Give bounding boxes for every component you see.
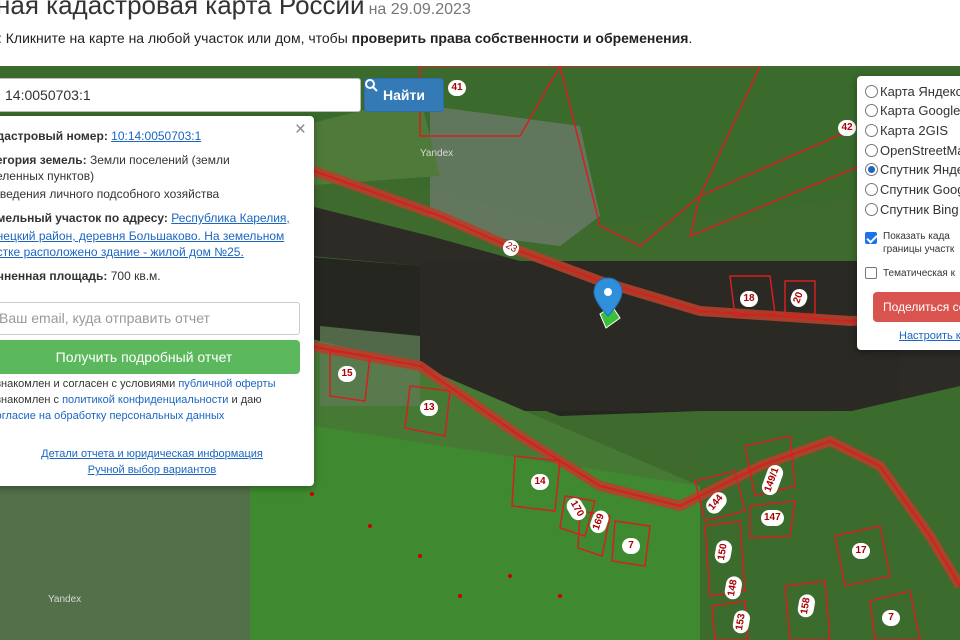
hint-bold: проверить права собственности и обремене… bbox=[351, 30, 689, 46]
checkbox-icon[interactable] bbox=[865, 232, 877, 244]
show-borders-label-2: границы участк bbox=[883, 244, 955, 255]
parcel-info-popup: × адастровый номер: 10:14:0050703:1 тего… bbox=[0, 116, 314, 486]
layer-option-label: Карта Яндекс bbox=[880, 83, 960, 99]
purpose-text: я ведения личного подсобного хозяйства bbox=[0, 187, 220, 201]
address-row: емельный участок по адресу: Республика К… bbox=[0, 210, 290, 226]
parcel-label: 18 bbox=[740, 291, 758, 307]
consent-text-3: и даю bbox=[228, 394, 262, 406]
radio-icon[interactable] bbox=[865, 84, 878, 98]
search-icon bbox=[365, 79, 378, 92]
layer-option-label: OpenStreetMap bbox=[880, 142, 960, 158]
parcel-label: 14 bbox=[531, 474, 549, 490]
show-borders-toggle[interactable]: Показать када границы участк bbox=[865, 230, 954, 255]
radio-icon[interactable] bbox=[865, 104, 878, 118]
offer-link[interactable]: публичной оферты bbox=[178, 378, 275, 390]
search-input[interactable]: 14:0050703:1 bbox=[0, 78, 361, 112]
consent-link[interactable]: согласие на обработку персональных данны… bbox=[0, 410, 224, 422]
consent-line-3: согласие на обработку персональных данны… bbox=[0, 408, 290, 424]
email-field[interactable]: Ваш email, куда отправить отчет bbox=[0, 302, 300, 335]
area-value: 700 кв.м. bbox=[107, 269, 161, 283]
parcel-label: 7 bbox=[622, 538, 640, 554]
category-row: тегория земель: Земли поселений (земли bbox=[0, 152, 290, 168]
configure-link[interactable]: Настроить к bbox=[899, 330, 960, 342]
layer-option-label: Карта 2GIS bbox=[880, 122, 949, 138]
radio-icon[interactable] bbox=[865, 183, 878, 196]
show-borders-label: Показать када границы участк bbox=[883, 230, 954, 256]
layer-option[interactable]: Спутник Яндекс bbox=[865, 161, 960, 179]
area-label: очненная площадь: bbox=[0, 269, 108, 283]
hint-text: : Кликните на карте на любой участок или… bbox=[0, 30, 692, 46]
search-button[interactable]: Найти bbox=[364, 78, 444, 112]
title-text: ная кадастровая карта России bbox=[0, 0, 365, 20]
parcel-label: 147 bbox=[761, 510, 784, 526]
show-borders-label-1: Показать када bbox=[883, 231, 950, 242]
area-row: очненная площадь: 700 кв.м. bbox=[0, 268, 290, 284]
parcel-label: 41 bbox=[448, 80, 466, 96]
parcel-label: 13 bbox=[420, 400, 438, 416]
layer-option[interactable]: Карта Google bbox=[865, 102, 960, 120]
hint-prefix: : Кликните на карте на любой участок или… bbox=[0, 30, 352, 46]
layer-option[interactable]: OpenStreetMap bbox=[865, 141, 960, 159]
radio-icon[interactable] bbox=[865, 123, 878, 137]
manual-link-row: Ручной выбор вариантов bbox=[0, 462, 314, 478]
share-button[interactable]: Поделиться со bbox=[873, 292, 960, 322]
consent-line-1: ознакомлен и согласен с условиями публич… bbox=[0, 376, 290, 392]
category-value-1: Земли поселений (земли bbox=[86, 153, 230, 167]
layer-option[interactable]: Спутник Google bbox=[865, 181, 960, 199]
cadastral-map[interactable]: Yandex Yandex 23 41 42 18 20 15 13 14 170 169 7 14… bbox=[0, 66, 960, 640]
layer-option-label: Спутник Bing bbox=[880, 201, 959, 217]
address-link-2[interactable]: онецкий район, деревня Большаково. На зе… bbox=[0, 229, 284, 243]
consent-line-2: ознакомлен с политикой конфиденциальност… bbox=[0, 392, 290, 408]
search-button-label: Найти bbox=[383, 87, 425, 103]
thematic-toggle[interactable]: Тематическая к bbox=[865, 264, 955, 282]
page-title: ная кадастровая карта России на 29.09.202… bbox=[0, 0, 471, 21]
map-watermark-2: Yandex bbox=[48, 594, 82, 605]
layer-option[interactable]: Карта Яндекс bbox=[865, 82, 960, 100]
get-report-button[interactable]: Получить подробный отчет bbox=[0, 340, 300, 374]
cad-label: адастровый номер: bbox=[0, 129, 108, 143]
cad-link[interactable]: 10:14:0050703:1 bbox=[111, 129, 201, 143]
address-line-2: онецкий район, деревня Большаково. На зе… bbox=[0, 228, 290, 244]
parcel-label: 17 bbox=[852, 543, 870, 559]
address-label: емельный участок по адресу: bbox=[0, 211, 168, 225]
thematic-label: Тематическая к bbox=[883, 267, 955, 279]
layer-option-label: Карта Google bbox=[880, 103, 960, 119]
parcel-label: 7 bbox=[882, 610, 900, 626]
radio-icon[interactable] bbox=[865, 163, 878, 177]
layer-option[interactable]: Спутник Bing bbox=[865, 200, 959, 218]
address-link-3[interactable]: астке расположено здание - жилой дом №25… bbox=[0, 245, 244, 259]
cad-row: адастровый номер: 10:14:0050703:1 bbox=[0, 128, 290, 144]
radio-icon[interactable] bbox=[865, 202, 878, 216]
checkbox-icon[interactable] bbox=[865, 267, 877, 279]
consent-text-2: ознакомлен с bbox=[0, 394, 60, 406]
address-link-1[interactable]: Республика Карелия, bbox=[171, 211, 290, 225]
close-icon[interactable]: × bbox=[295, 120, 306, 140]
map-watermark: Yandex bbox=[420, 148, 454, 159]
category-label: тегория земель: bbox=[0, 153, 87, 167]
category-value-2: селенных пунктов) bbox=[0, 169, 95, 183]
title-date: на 29.09.2023 bbox=[368, 1, 471, 18]
address-line-3: астке расположено здание - жилой дом №25… bbox=[0, 244, 290, 260]
layer-panel: Карта Яндекс Карта Google Карта 2GIS OpenSt… bbox=[857, 76, 960, 350]
details-link[interactable]: Детали отчета и юридическая информация bbox=[41, 448, 263, 460]
hint-suffix: . bbox=[688, 30, 693, 46]
parcel-label: 42 bbox=[838, 120, 856, 136]
parcel-label: 15 bbox=[338, 366, 356, 382]
manual-select-link[interactable]: Ручной выбор вариантов bbox=[88, 464, 216, 476]
consent-text-1: ознакомлен и согласен с условиями bbox=[0, 378, 179, 390]
layer-option-label: Спутник Яндекс bbox=[880, 162, 960, 178]
layer-option[interactable]: Карта 2GIS bbox=[865, 121, 948, 139]
radio-icon[interactable] bbox=[865, 143, 878, 157]
layer-option-label: Спутник Google bbox=[880, 182, 960, 197]
details-link-row: Детали отчета и юридическая информация bbox=[0, 446, 314, 462]
privacy-link[interactable]: политикой конфиденциальности bbox=[62, 394, 228, 406]
